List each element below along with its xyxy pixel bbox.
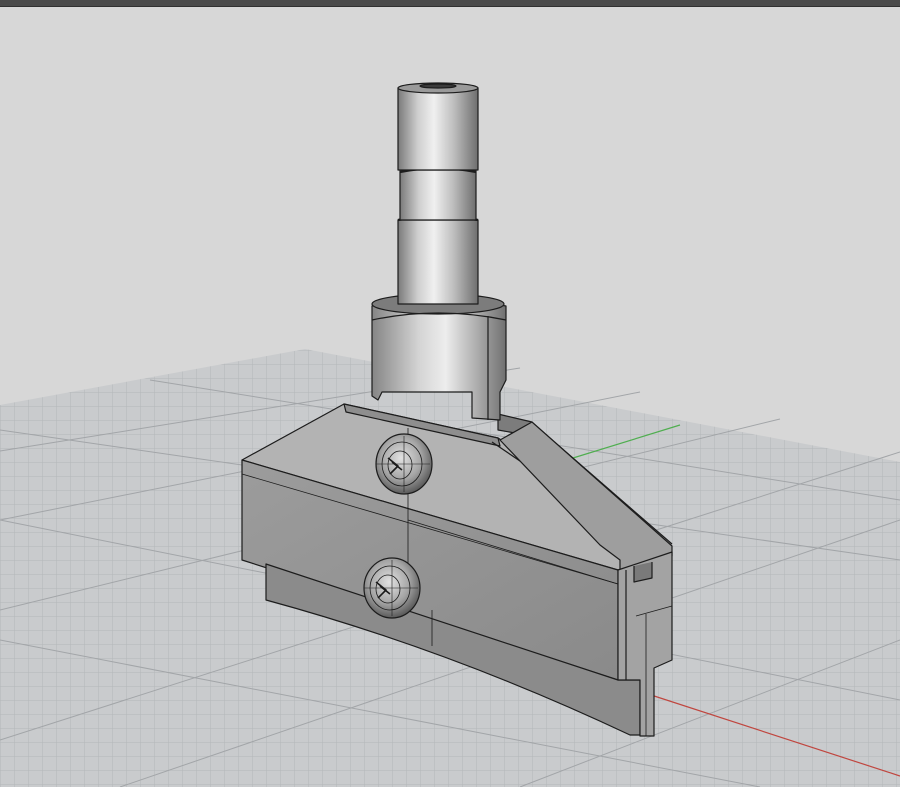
3d-viewport[interactable]: [0, 0, 900, 787]
shaft-middle-segment: [399, 169, 477, 221]
shaft-top-bore: [419, 83, 457, 89]
shaft-top-segment: [397, 87, 479, 171]
viewport-scene[interactable]: [0, 0, 900, 787]
shaft-lower-segment: [397, 219, 479, 305]
lower-screw: [363, 557, 421, 619]
upper-screw: [375, 433, 433, 495]
